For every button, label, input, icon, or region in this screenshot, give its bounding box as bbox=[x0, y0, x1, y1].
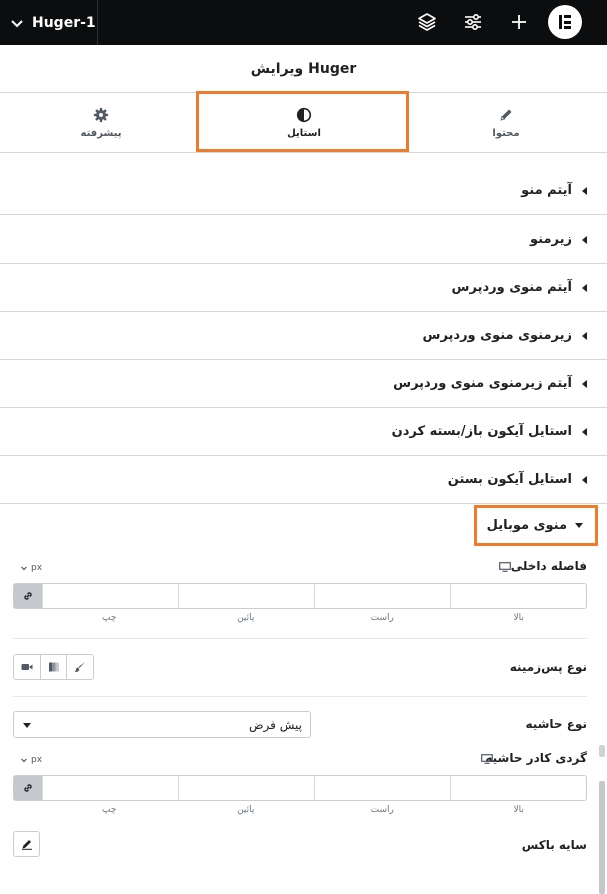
link-icon bbox=[24, 784, 32, 792]
tab-label: پیشرفته bbox=[80, 128, 122, 139]
paint-brush-icon bbox=[74, 662, 86, 673]
video-camera-icon bbox=[21, 664, 33, 670]
gradient-icon bbox=[48, 662, 59, 672]
tab-advanced[interactable]: پیشرفته bbox=[0, 93, 202, 153]
caret-left-icon bbox=[582, 235, 587, 244]
padding-dimensions bbox=[13, 583, 587, 609]
panel-scrollbar[interactable] bbox=[599, 745, 605, 894]
settings-sliders-icon[interactable] bbox=[462, 11, 484, 33]
padding-bottom-input[interactable] bbox=[178, 584, 314, 608]
background-type-label: نوع پس‌زمینه bbox=[509, 660, 587, 674]
section-label: آیتم زیرمنوی منوی وردپرس bbox=[393, 376, 572, 391]
padding-unit-selector[interactable]: px bbox=[20, 563, 42, 573]
padding-label: فاصله داخلی bbox=[510, 559, 587, 573]
background-video-button[interactable] bbox=[14, 655, 41, 679]
padding-left-input[interactable] bbox=[42, 584, 178, 608]
section-label: آیتم منو bbox=[521, 183, 572, 198]
section-label: استایل آیکون باز/بسته کردن bbox=[391, 424, 572, 439]
chevron-down-icon bbox=[21, 566, 27, 571]
background-type-choices bbox=[13, 654, 94, 680]
select-value: پیش فرض bbox=[249, 717, 302, 732]
panel-title: ویرایش Huger bbox=[0, 45, 607, 93]
radius-left-input[interactable] bbox=[42, 776, 178, 800]
panel-title-text: ویرایش Huger bbox=[250, 60, 357, 77]
dim-label-left: چپ bbox=[102, 805, 117, 815]
caret-down-icon bbox=[23, 723, 31, 728]
dim-label-right: راست bbox=[370, 613, 394, 623]
dim-label-bottom: پائین bbox=[237, 805, 255, 815]
dim-label-bottom: پائین bbox=[237, 613, 255, 623]
unit-label: px bbox=[31, 563, 43, 573]
caret-left-icon bbox=[582, 331, 587, 340]
dim-label-top: بالا bbox=[513, 805, 524, 815]
border-radius-dimensions bbox=[13, 775, 587, 801]
padding-top-input[interactable] bbox=[450, 584, 586, 608]
tab-label: محتوا bbox=[492, 128, 520, 139]
section-label: استایل آیکون بستن bbox=[447, 472, 572, 487]
link-dimensions-button[interactable] bbox=[14, 584, 42, 608]
caret-left-icon bbox=[582, 427, 587, 436]
dim-label-left: چپ bbox=[102, 613, 117, 623]
radius-top-input[interactable] bbox=[450, 776, 586, 800]
layers-icon[interactable] bbox=[416, 11, 438, 33]
caret-left-icon bbox=[582, 283, 587, 292]
background-gradient-button[interactable] bbox=[41, 655, 68, 679]
link-icon bbox=[24, 592, 32, 600]
unit-label: px bbox=[31, 755, 43, 765]
section-menu-item[interactable]: آیتم منو bbox=[0, 167, 607, 215]
editor-topbar: Huger-1 bbox=[0, 0, 607, 45]
padding-right-input[interactable] bbox=[314, 584, 450, 608]
caret-left-icon bbox=[582, 186, 587, 195]
pencil-icon bbox=[21, 840, 32, 850]
section-toggle-icon-style[interactable]: استایل آیکون باز/بسته کردن bbox=[0, 408, 607, 456]
divider bbox=[13, 638, 587, 639]
section-highlight-box bbox=[474, 505, 598, 546]
scrollbar-thumb[interactable] bbox=[599, 781, 605, 894]
padding-dimension-labels: چپ پائین راست بالا bbox=[13, 613, 587, 627]
desktop-icon[interactable] bbox=[481, 754, 493, 764]
radius-bottom-input[interactable] bbox=[178, 776, 314, 800]
radius-right-input[interactable] bbox=[314, 776, 450, 800]
border-radius-dimension-labels: چپ پائین راست بالا bbox=[13, 805, 587, 819]
border-radius-label: گردی کادر حاشیه bbox=[485, 751, 587, 765]
desktop-icon[interactable] bbox=[499, 562, 511, 572]
document-switcher[interactable]: Huger-1 bbox=[0, 0, 98, 45]
tab-highlight-box bbox=[196, 91, 409, 152]
section-wp-menu-item[interactable]: آیتم منوی وردپرس bbox=[0, 264, 607, 312]
section-submenu[interactable]: زیرمنو bbox=[0, 216, 607, 264]
caret-left-icon bbox=[582, 475, 587, 484]
document-name: Huger-1 bbox=[32, 14, 96, 31]
border-type-label: نوع حاشیه bbox=[525, 717, 587, 731]
section-wp-submenu[interactable]: زیرمنوی منوی وردپرس bbox=[0, 312, 607, 360]
dim-label-right: راست bbox=[370, 805, 394, 815]
border-radius-unit-selector[interactable]: px bbox=[20, 755, 42, 765]
chevron-down-icon bbox=[11, 19, 23, 27]
border-type-select[interactable]: پیش فرض bbox=[13, 711, 311, 738]
chevron-down-icon bbox=[21, 758, 27, 763]
box-shadow-label: سایه باکس bbox=[521, 838, 587, 852]
box-shadow-edit-button[interactable] bbox=[13, 831, 40, 857]
section-close-icon-style[interactable]: استایل آیکون بستن bbox=[0, 456, 607, 504]
section-label: زیرمنوی منوی وردپرس bbox=[422, 328, 573, 343]
dim-label-top: بالا bbox=[513, 613, 524, 623]
gear-icon bbox=[93, 107, 109, 123]
scrollbar-segment bbox=[599, 745, 605, 757]
link-dimensions-button[interactable] bbox=[14, 776, 42, 800]
pencil-icon bbox=[500, 109, 512, 121]
elementor-logo-icon[interactable] bbox=[548, 5, 582, 39]
plus-icon[interactable] bbox=[508, 11, 530, 33]
caret-left-icon bbox=[582, 379, 587, 388]
tab-content[interactable]: محتوا bbox=[405, 93, 607, 153]
background-classic-button[interactable] bbox=[67, 655, 93, 679]
divider bbox=[13, 696, 587, 697]
section-label: زیرمنو bbox=[530, 232, 572, 247]
section-wp-submenu-item[interactable]: آیتم زیرمنوی منوی وردپرس bbox=[0, 360, 607, 408]
section-label: آیتم منوی وردپرس bbox=[451, 280, 572, 295]
